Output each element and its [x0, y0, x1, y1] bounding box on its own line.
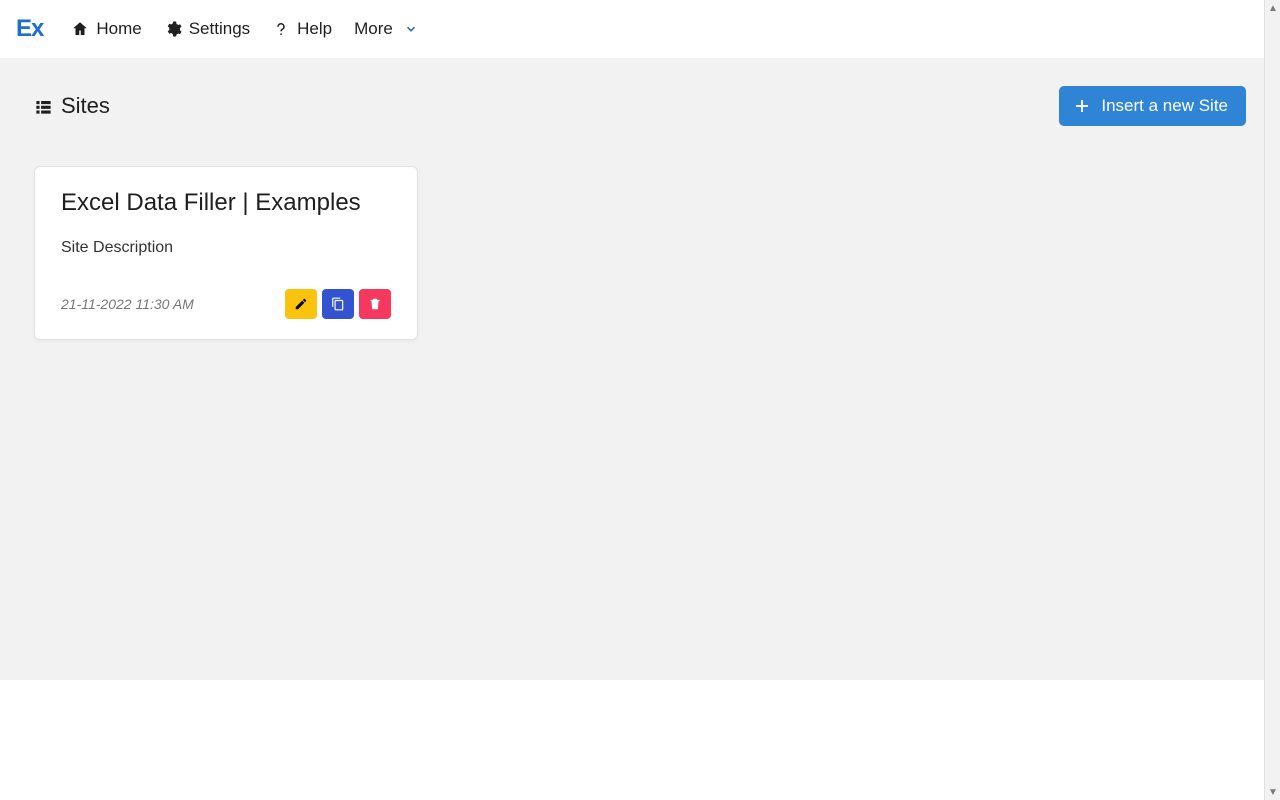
main-content: Sites Insert a new Site Excel Data Fille…: [0, 58, 1280, 680]
insert-site-label: Insert a new Site: [1101, 96, 1228, 116]
nav-more[interactable]: More: [354, 19, 418, 39]
edit-site-button[interactable]: [285, 289, 317, 319]
trash-icon: [368, 297, 382, 311]
site-card-description: Site Description: [61, 239, 391, 257]
plus-icon: [1073, 97, 1091, 115]
site-card-actions: [285, 289, 391, 319]
insert-site-button[interactable]: Insert a new Site: [1059, 86, 1246, 126]
site-card: Excel Data Filler | Examples Site Descri…: [34, 166, 418, 340]
brand-logo[interactable]: Ex: [16, 15, 49, 43]
page-title-text: Sites: [61, 93, 110, 119]
pencil-icon: [294, 297, 308, 311]
gear-icon: [164, 20, 182, 38]
top-navbar: Ex Home Settings Help More: [0, 0, 1280, 58]
page-header: Sites Insert a new Site: [34, 86, 1246, 126]
scroll-down-icon[interactable]: ▼: [1265, 784, 1280, 800]
site-card-timestamp: 21-11-2022 11:30 AM: [61, 296, 194, 312]
copy-site-button[interactable]: [322, 289, 354, 319]
site-card-footer: 21-11-2022 11:30 AM: [61, 289, 391, 319]
nav-settings-label: Settings: [189, 19, 250, 39]
nav-more-label: More: [354, 19, 393, 39]
home-icon: [71, 20, 89, 38]
site-card-title[interactable]: Excel Data Filler | Examples: [61, 189, 391, 217]
copy-icon: [331, 297, 345, 311]
list-icon: [34, 97, 53, 116]
nav-help[interactable]: Help: [272, 19, 332, 39]
vertical-scrollbar[interactable]: ▲ ▼: [1264, 0, 1280, 800]
question-icon: [272, 20, 290, 38]
scroll-up-icon[interactable]: ▲: [1265, 0, 1280, 16]
delete-site-button[interactable]: [359, 289, 391, 319]
page-title: Sites: [34, 93, 110, 119]
chevron-down-icon: [404, 22, 418, 36]
nav-settings[interactable]: Settings: [164, 19, 250, 39]
nav-home[interactable]: Home: [71, 19, 141, 39]
nav-home-label: Home: [96, 19, 141, 39]
nav-help-label: Help: [297, 19, 332, 39]
